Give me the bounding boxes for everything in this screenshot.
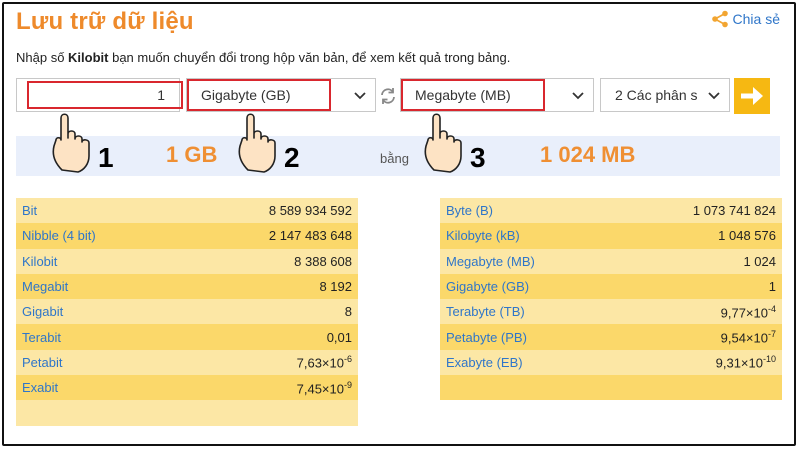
- swap-units-icon[interactable]: [378, 86, 398, 106]
- value-input[interactable]: 1: [16, 78, 183, 112]
- table-row: Kilobyte (kB) 1 048 576: [440, 223, 782, 249]
- table-row: Terabit 0,01: [16, 324, 358, 350]
- table-row: Nibble (4 bit) 2 147 483 648: [16, 223, 358, 249]
- pointing-hand-icon: [52, 113, 90, 173]
- table-row: Petabyte (PB) 9,54×10-7: [440, 324, 782, 350]
- bit-units-table: Bit 8 589 934 592 Nibble (4 bit) 2 147 483 …: [16, 198, 358, 426]
- unit-name[interactable]: Terabyte (TB): [446, 304, 525, 319]
- share-label: Chia sẻ: [732, 11, 780, 27]
- unit-value: 9,31×10-10: [715, 354, 776, 371]
- from-unit-select[interactable]: Gigabyte (GB): [186, 78, 376, 112]
- table-row: Petabit 7,63×10-6: [16, 349, 358, 376]
- step-number-2: 2: [284, 142, 300, 173]
- page-title: Lưu trữ dữ liệu: [16, 8, 194, 35]
- table-row: Gigabyte (GB) 1: [440, 273, 782, 300]
- chevron-down-icon: [354, 92, 366, 100]
- unit-name[interactable]: Nibble (4 bit): [22, 228, 96, 243]
- unit-value: 8 192: [319, 279, 352, 295]
- chevron-down-icon: [708, 92, 720, 100]
- share-icon: [711, 10, 728, 28]
- result-from: 1 GB: [166, 142, 218, 167]
- unit-name[interactable]: Byte (B): [446, 203, 493, 218]
- table-row: [16, 400, 358, 426]
- unit-value: 9,54×10-7: [720, 328, 776, 346]
- step-number-3: 3: [470, 142, 486, 173]
- unit-value: 1 073 741 824: [692, 203, 776, 219]
- table-row: Bit 8 589 934 592: [16, 198, 358, 224]
- table-row: Byte (B) 1 073 741 824: [440, 198, 782, 224]
- unit-value: 8 388 608: [294, 253, 352, 269]
- unit-name[interactable]: Gigabit: [22, 304, 63, 319]
- highlight-box-3: [401, 79, 545, 111]
- unit-value: 8 589 934 592: [268, 203, 352, 219]
- value-input-text: 1: [157, 87, 165, 103]
- step-number-1: 1: [98, 142, 114, 173]
- unit-name[interactable]: Megabit: [22, 279, 68, 294]
- unit-value: 1: [768, 279, 776, 295]
- precision-label: 2 Các phân s: [615, 87, 698, 103]
- chevron-down-icon: [572, 92, 584, 100]
- convert-button[interactable]: [734, 78, 770, 114]
- unit-name[interactable]: Kilobyte (kB): [446, 228, 520, 243]
- unit-value: 7,63×10-6: [296, 354, 352, 371]
- unit-name[interactable]: Bit: [22, 203, 37, 218]
- unit-value: 1 024: [743, 253, 776, 269]
- unit-name[interactable]: Exabit: [22, 380, 58, 395]
- unit-name[interactable]: Petabit: [22, 355, 62, 370]
- unit-name[interactable]: Petabyte (PB): [446, 330, 527, 345]
- share-button[interactable]: Chia sẻ: [711, 10, 780, 28]
- byte-units-table: Byte (B) 1 073 741 824 Kilobyte (kB) 1 048 …: [440, 198, 782, 401]
- table-row: Megabit 8 192: [16, 273, 358, 300]
- unit-value: 2 147 483 648: [268, 228, 352, 244]
- unit-value: 1 048 576: [718, 228, 776, 244]
- table-row: Exabyte (EB) 9,31×10-10: [440, 349, 782, 376]
- unit-name[interactable]: Exabyte (EB): [446, 355, 523, 370]
- unit-name[interactable]: Megabyte (MB): [446, 254, 535, 269]
- highlight-box-2: [187, 79, 331, 111]
- result-to: 1 024 MB: [540, 142, 636, 167]
- unit-name[interactable]: Gigabyte (GB): [446, 279, 529, 294]
- unit-value: 8: [344, 304, 352, 320]
- pointing-hand-icon: [238, 113, 276, 173]
- unit-name[interactable]: Terabit: [22, 330, 61, 345]
- table-row: Gigabit 8: [16, 299, 358, 325]
- unit-value: 9,77×10-4: [720, 303, 776, 320]
- table-row: [440, 375, 782, 401]
- to-unit-select[interactable]: Megabyte (MB): [400, 78, 594, 112]
- arrow-right-icon: [741, 87, 763, 105]
- table-row: Terabyte (TB) 9,77×10-4: [440, 299, 782, 325]
- pointing-hand-icon: [424, 113, 462, 173]
- unit-value: 0,01: [326, 329, 352, 345]
- unit-name[interactable]: Kilobit: [22, 254, 57, 269]
- unit-value: 7,45×10-9: [296, 379, 352, 396]
- result-equals-word: bằng: [380, 151, 409, 166]
- table-row: Kilobit 8 388 608: [16, 248, 358, 274]
- precision-select[interactable]: 2 Các phân s: [600, 78, 730, 112]
- table-row: Exabit 7,45×10-9: [16, 375, 358, 401]
- table-row: Megabyte (MB) 1 024: [440, 248, 782, 274]
- instruction-text: Nhập số Kilobit bạn muốn chuyển đổi tron…: [16, 50, 511, 65]
